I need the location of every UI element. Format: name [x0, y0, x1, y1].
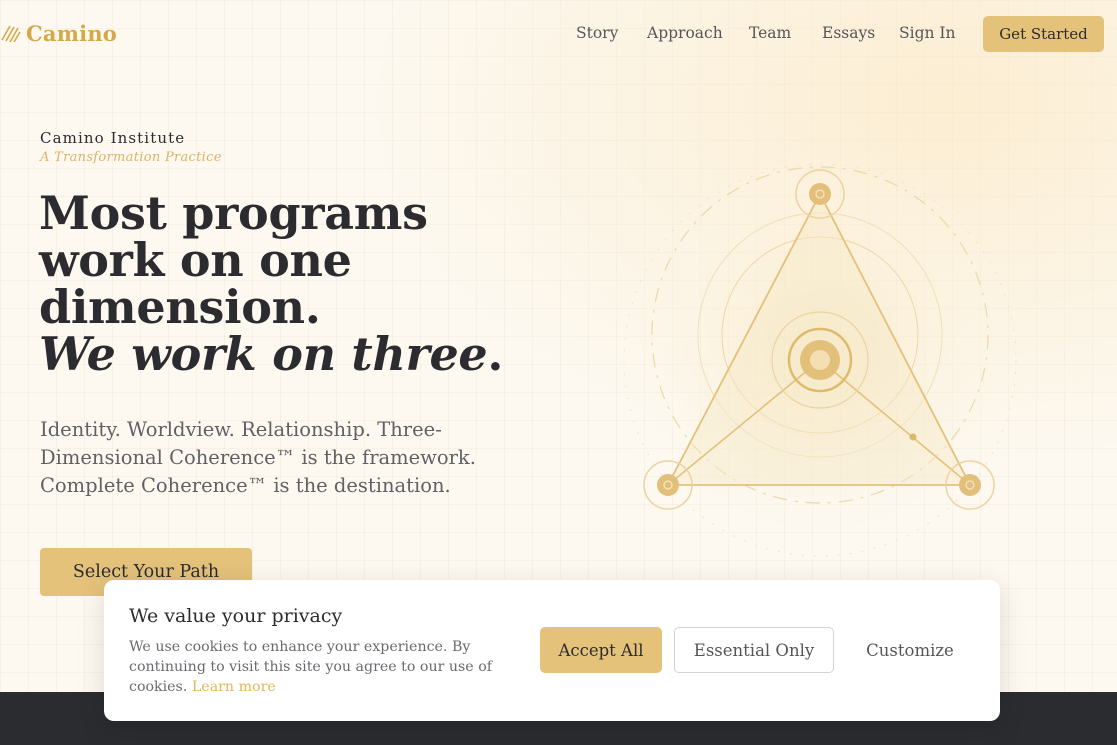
learn-more-link[interactable]: Learn more: [192, 679, 276, 695]
hero-tagline: A Transformation Practice: [40, 150, 222, 165]
nav-item-approach[interactable]: Approach: [647, 24, 723, 42]
hero-subtext: Identity. Worldview. Relationship. Three…: [40, 418, 476, 497]
hero-headline: Most programs work on one dimension. We …: [39, 190, 559, 378]
cookie-banner: We value your privacy We use cookies to …: [104, 580, 1000, 721]
essential-only-button[interactable]: Essential Only: [674, 627, 834, 673]
headline-italic-text: We work on three: [39, 327, 488, 381]
customize-button[interactable]: Customize: [852, 627, 968, 673]
headline-line: dimension.: [39, 280, 321, 334]
nav-item-essays[interactable]: Essays: [822, 24, 875, 42]
logo-icon: [1, 25, 21, 43]
nav-item-story[interactable]: Story: [576, 24, 618, 42]
cookie-title: We value your privacy: [129, 605, 343, 627]
accept-all-button[interactable]: Accept All: [540, 627, 662, 673]
headline-period: .: [487, 327, 504, 381]
nav-item-sign-in[interactable]: Sign In: [899, 24, 956, 42]
headline-italic-line: We work on three.: [39, 331, 559, 378]
logo-text: Camino: [26, 20, 117, 46]
cookie-message: We use cookies to enhance your experienc…: [129, 639, 493, 695]
get-started-button[interactable]: Get Started: [983, 16, 1104, 52]
site-header: Camino Story Approach Team Essays Sign I…: [0, 0, 1117, 68]
headline-line: Most programs: [39, 186, 428, 240]
cookie-text: We use cookies to enhance your experienc…: [129, 637, 499, 697]
nav-item-team[interactable]: Team: [749, 24, 791, 42]
hero-eyebrow: Camino Institute: [40, 129, 186, 147]
three-dimensional-triangle-icon: [605, 145, 1035, 575]
logo[interactable]: Camino: [0, 20, 117, 46]
headline-line: work on one: [39, 233, 352, 287]
